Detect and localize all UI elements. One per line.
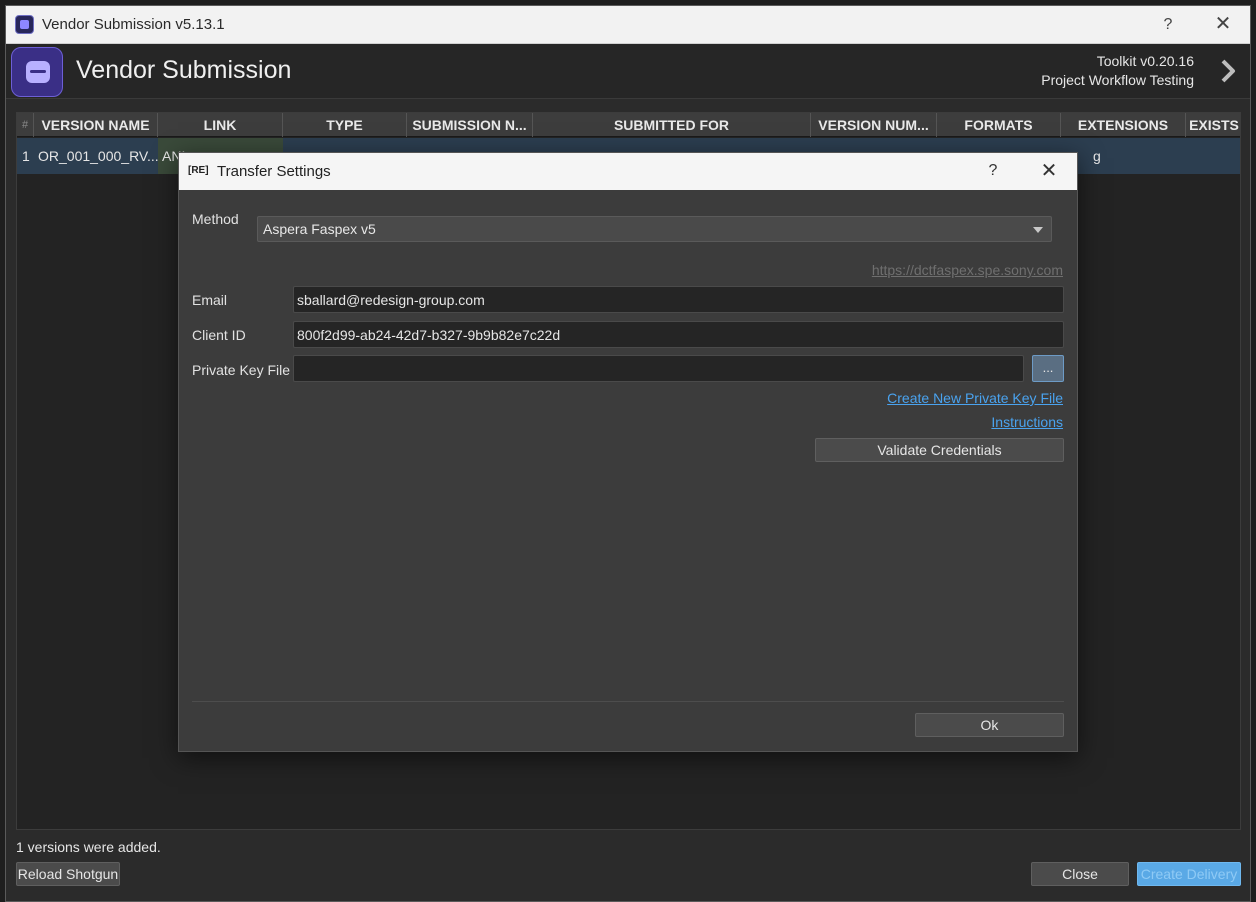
column-header-exists[interactable]: EXISTS [1186, 113, 1242, 137]
browse-button[interactable]: ... [1032, 355, 1064, 382]
row-index: 1 [22, 148, 30, 164]
reload-shotgun-button[interactable]: Reload Shotgun [16, 862, 120, 886]
chevron-right-icon[interactable] [1216, 56, 1240, 86]
column-header-formats[interactable]: FORMATS [937, 113, 1061, 137]
window-title: Vendor Submission v5.13.1 [42, 16, 225, 33]
transfer-settings-dialog: [RE] Transfer Settings ? ✕ Method Aspera… [178, 152, 1078, 752]
toolkit-version: Toolkit v0.20.16 [1096, 53, 1194, 69]
row-extensions: g [1093, 148, 1101, 164]
row-exists [1186, 138, 1242, 174]
column-header-index[interactable]: # [17, 113, 34, 137]
column-header-version-name[interactable]: VERSION NAME [34, 113, 158, 137]
dialog-titlebar: [RE] Transfer Settings ? ✕ [179, 153, 1077, 190]
vendor-submission-logo-icon [11, 47, 63, 97]
email-field[interactable] [293, 286, 1064, 313]
dialog-help-button[interactable]: ? [981, 159, 1005, 183]
page-title: Vendor Submission [76, 56, 292, 84]
dialog-close-button[interactable]: ✕ [1037, 159, 1061, 183]
close-button[interactable]: Close [1031, 862, 1129, 886]
window-close-button[interactable]: ✕ [1211, 13, 1235, 37]
column-header-type[interactable]: TYPE [283, 113, 407, 137]
method-select[interactable]: Aspera Faspex v5 [257, 216, 1052, 242]
validate-credentials-button[interactable]: Validate Credentials [815, 438, 1064, 462]
re-badge-icon: [RE] [188, 165, 209, 176]
create-delivery-button[interactable]: Create Delivery [1137, 862, 1241, 886]
client-id-label: Client ID [192, 327, 246, 343]
app-header: Vendor Submission Toolkit v0.20.16 Proje… [6, 44, 1250, 99]
column-header-submitted-for[interactable]: SUBMITTED FOR [533, 113, 811, 137]
column-header-version-number[interactable]: VERSION NUM... [811, 113, 937, 137]
column-header-extensions[interactable]: EXTENSIONS [1061, 113, 1186, 137]
instructions-link[interactable]: Instructions [991, 414, 1063, 430]
server-url-link[interactable]: https://dctfaspex.spe.sony.com [872, 262, 1063, 278]
create-private-key-link[interactable]: Create New Private Key File [887, 390, 1063, 406]
method-label: Method [192, 211, 239, 227]
column-header-submission[interactable]: SUBMISSION N... [407, 113, 533, 137]
column-header-link[interactable]: LINK [158, 113, 283, 137]
ok-button[interactable]: Ok [915, 713, 1064, 737]
app-icon [15, 15, 34, 34]
private-key-field[interactable] [293, 355, 1024, 382]
chevron-down-icon [1033, 227, 1043, 233]
row-version-name: OR_001_000_RV... [38, 148, 158, 164]
client-id-field[interactable] [293, 321, 1064, 348]
status-message: 1 versions were added. [16, 839, 161, 855]
table-header: # VERSION NAME LINK TYPE SUBMISSION N...… [17, 113, 1240, 137]
email-label: Email [192, 292, 228, 308]
window-titlebar: Vendor Submission v5.13.1 ? ✕ [6, 6, 1250, 44]
private-key-label: Private Key File [192, 362, 291, 378]
project-name: Project Workflow Testing [1041, 72, 1194, 88]
dialog-title: Transfer Settings [217, 163, 331, 180]
method-select-value: Aspera Faspex v5 [263, 221, 376, 237]
window-help-button[interactable]: ? [1156, 13, 1180, 37]
dialog-divider [192, 701, 1064, 702]
app-root: Vendor Submission v5.13.1 ? ✕ Vendor Sub… [0, 0, 1256, 902]
